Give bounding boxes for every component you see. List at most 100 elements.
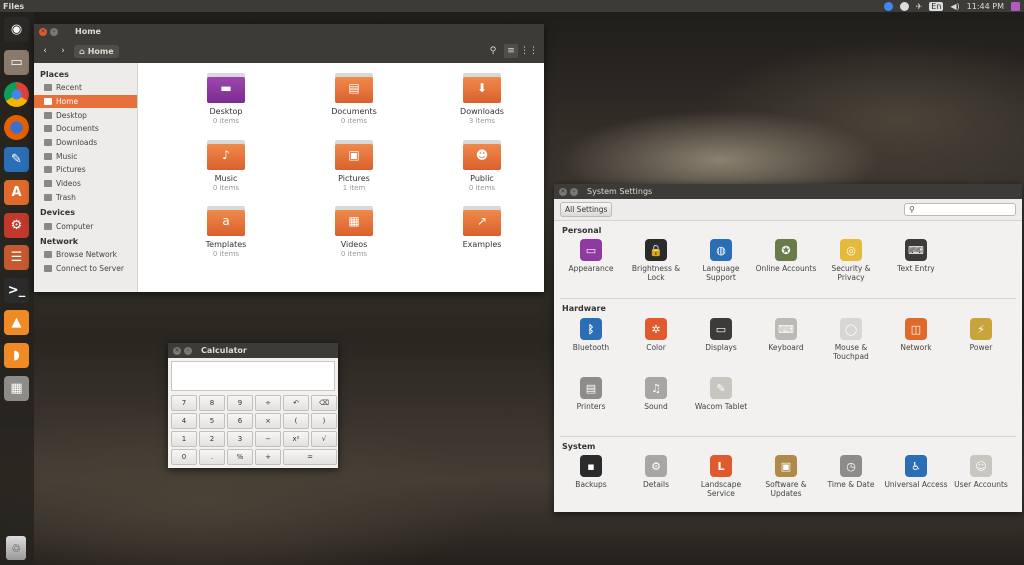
clock[interactable]: 11:44 PM (967, 2, 1004, 11)
calc-key-9[interactable]: 9 (227, 395, 253, 411)
libreoffice-writer-icon[interactable]: ✎ (4, 147, 29, 173)
terminal-icon[interactable]: >_ (4, 277, 29, 303)
grid-view-icon[interactable]: ⋮⋮ (520, 44, 538, 58)
calc-key-5[interactable]: 5 (199, 413, 225, 429)
calc-key-2[interactable]: 2 (199, 431, 225, 447)
files-titlebar[interactable]: ✕ – Home (34, 24, 544, 39)
orange-app-icon[interactable]: ◗ (4, 343, 29, 368)
settings-online-accounts[interactable]: ✪ Online Accounts (753, 239, 819, 273)
trash-icon[interactable]: ♲ (6, 536, 26, 560)
settings-text-entry[interactable]: ⌨ Text Entry (883, 239, 949, 273)
settings-backups[interactable]: ▪ Backups (558, 455, 624, 489)
calc-key-open-paren[interactable]: ( (283, 413, 309, 429)
all-settings-button[interactable]: All Settings (560, 202, 613, 217)
settings-details[interactable]: ⚙ Details (623, 455, 689, 489)
settings-power[interactable]: ⚡ Power (948, 318, 1014, 352)
settings-time-date[interactable]: ◷ Time & Date (818, 455, 884, 489)
folder-templates[interactable]: a Templates 0 items (186, 206, 266, 258)
settings-sound[interactable]: ♫ Sound (623, 377, 689, 411)
folder-pictures[interactable]: ▣ Pictures 1 item (314, 140, 394, 192)
settings-software-updates[interactable]: ▣ Software & Updates (753, 455, 819, 498)
minimize-icon[interactable]: – (184, 346, 192, 355)
sidebar-item-browse-network[interactable]: Browse Network (34, 248, 137, 262)
settings-appearance[interactable]: ▭ Appearance (558, 239, 624, 273)
folder-public[interactable]: ☻ Public 0 items (442, 140, 522, 192)
close-icon[interactable]: ✕ (559, 187, 567, 196)
settings-wacom-tablet[interactable]: ✎ Wacom Tablet (688, 377, 754, 411)
calc-key-4[interactable]: 4 (171, 413, 197, 429)
sidebar-item-documents[interactable]: Documents (34, 122, 137, 136)
minimize-icon[interactable]: – (570, 187, 578, 196)
settings-bluetooth[interactable]: ᛒ Bluetooth (558, 318, 624, 352)
settings-color[interactable]: ✲ Color (623, 318, 689, 352)
settings-language-support[interactable]: ◍ Language Support (688, 239, 754, 282)
calc-key-undo[interactable]: ↶ (283, 395, 309, 411)
minimize-icon[interactable]: – (50, 27, 58, 36)
calc-key-divide[interactable]: ÷ (255, 395, 281, 411)
calc-key-backspace[interactable]: ⌫ (311, 395, 337, 411)
calc-key-sqrt[interactable]: √ (311, 431, 337, 447)
settings-user-accounts[interactable]: ☺ User Accounts (948, 455, 1014, 489)
calculator-icon[interactable]: ▦ (4, 375, 29, 401)
settings-security-privacy[interactable]: ◎ Security & Privacy (818, 239, 884, 282)
volume-tray-icon[interactable]: ◀) (950, 2, 959, 11)
sidebar-item-downloads[interactable]: Downloads (34, 136, 137, 150)
settings-displays[interactable]: ▭ Displays (688, 318, 754, 352)
files-app-icon[interactable]: ▭ (4, 49, 29, 75)
calc-key-decimal[interactable]: . (199, 449, 225, 465)
calc-key-multiply[interactable]: × (255, 413, 281, 429)
calc-key-8[interactable]: 8 (199, 395, 225, 411)
close-icon[interactable]: ✕ (39, 27, 47, 36)
system-settings-icon[interactable]: ⚙ (4, 212, 29, 238)
folder-desktop[interactable]: ▬ Desktop 0 items (186, 73, 266, 125)
folder-downloads[interactable]: ⬇ Downloads 3 items (442, 73, 522, 125)
calc-key-subtract[interactable]: − (255, 431, 281, 447)
folder-examples[interactable]: ↗ Examples (442, 206, 522, 250)
calc-key-close-paren[interactable]: ) (311, 413, 337, 429)
ubuntu-logo-icon[interactable]: ◉ (4, 17, 29, 42)
search-icon[interactable]: ⚲ (486, 44, 500, 58)
network-tray-icon[interactable]: ✈ (916, 2, 923, 11)
sidebar-item-trash[interactable]: Trash (34, 191, 137, 205)
list-view-icon[interactable]: ≡ (504, 44, 518, 58)
calculator-titlebar[interactable]: ✕ – Calculator (168, 343, 338, 358)
calc-key-0[interactable]: 0 (171, 449, 197, 465)
session-menu-icon[interactable] (1011, 1, 1020, 11)
calc-key-add[interactable]: + (255, 449, 281, 465)
calc-key-6[interactable]: 6 (227, 413, 253, 429)
chrome-icon[interactable]: ● (4, 82, 29, 108)
sidebar-item-recent[interactable]: Recent (34, 81, 137, 95)
sidebar-item-computer[interactable]: Computer (34, 219, 137, 233)
calc-key-7[interactable]: 7 (171, 395, 197, 411)
settings-brightness-lock[interactable]: 🔒 Brightness & Lock (623, 239, 689, 282)
settings-keyboard[interactable]: ⌨ Keyboard (753, 318, 819, 352)
sidebar-item-home[interactable]: Home (34, 94, 137, 109)
settings-network[interactable]: ◫ Network (883, 318, 949, 352)
settings-printers[interactable]: ▤ Printers (558, 377, 624, 411)
vlc-icon[interactable]: ▲ (4, 310, 29, 336)
folder-music[interactable]: ♪ Music 0 items (186, 140, 266, 192)
sidebar-item-connect-to-server[interactable]: Connect to Server (34, 262, 137, 276)
folder-videos[interactable]: ▦ Videos 0 items (314, 206, 394, 258)
calc-key-3[interactable]: 3 (227, 431, 253, 447)
mixer-icon[interactable]: ☰ (4, 245, 29, 271)
dropbox-tray-icon[interactable] (899, 1, 909, 11)
back-arrow-icon[interactable]: ‹ (38, 44, 52, 58)
chrome-tray-icon[interactable] (883, 1, 893, 11)
folder-documents[interactable]: ▤ Documents 0 items (314, 73, 394, 125)
sidebar-item-pictures[interactable]: Pictures (34, 163, 137, 177)
sidebar-item-desktop[interactable]: Desktop (34, 108, 137, 122)
settings-landscape-service[interactable]: L Landscape Service (688, 455, 754, 498)
settings-search-input[interactable]: ⚲ (904, 203, 1016, 216)
calc-key-equals[interactable]: = (283, 449, 337, 465)
calc-key-1[interactable]: 1 (171, 431, 197, 447)
calc-key-square[interactable]: x² (283, 431, 309, 447)
sidebar-item-music[interactable]: Music (34, 149, 137, 163)
software-center-icon[interactable]: A (4, 180, 29, 205)
settings-universal-access[interactable]: ♿ Universal Access (883, 455, 949, 489)
settings-titlebar[interactable]: ✕ – System Settings (554, 184, 1022, 199)
keyboard-layout-indicator[interactable]: En (929, 1, 944, 11)
close-icon[interactable]: ✕ (173, 346, 181, 355)
calc-key-percent[interactable]: % (227, 449, 253, 465)
active-app-name[interactable]: Files (0, 2, 24, 11)
